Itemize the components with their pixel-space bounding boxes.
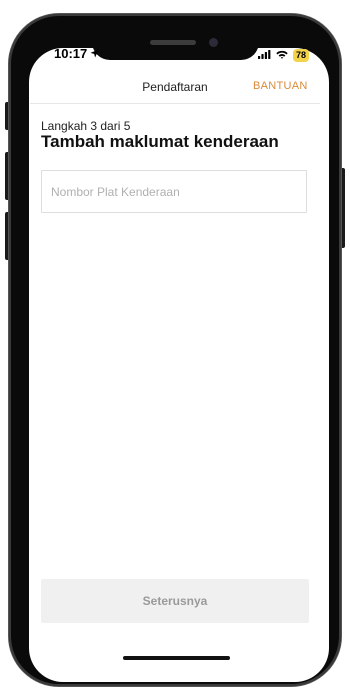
next-button[interactable]: Seterusnya: [41, 579, 309, 623]
wifi-icon: [276, 46, 288, 64]
location-arrow-icon: [90, 46, 99, 61]
status-time: 10:17: [54, 46, 99, 61]
speaker-grille: [150, 40, 196, 45]
page-heading: Tambah maklumat kenderaan: [41, 132, 279, 151]
status-time-text: 10:17: [54, 46, 88, 61]
header-divider: [30, 103, 320, 104]
battery-icon: 78: [293, 48, 310, 62]
home-indicator: [123, 656, 230, 660]
status-indicators: 78: [258, 46, 310, 64]
plate-number-input[interactable]: [41, 170, 307, 213]
page-title: Pendaftaran: [142, 80, 208, 94]
step-indicator: Langkah 3 dari 5: [41, 119, 131, 133]
front-camera: [209, 38, 218, 47]
help-button[interactable]: BANTUAN: [253, 80, 308, 92]
signal-icon: [258, 46, 271, 64]
device-mockup: 10:17 78 Pendaftaran BANTUAN Langkah 3 d…: [0, 0, 350, 700]
notch: [92, 30, 259, 60]
